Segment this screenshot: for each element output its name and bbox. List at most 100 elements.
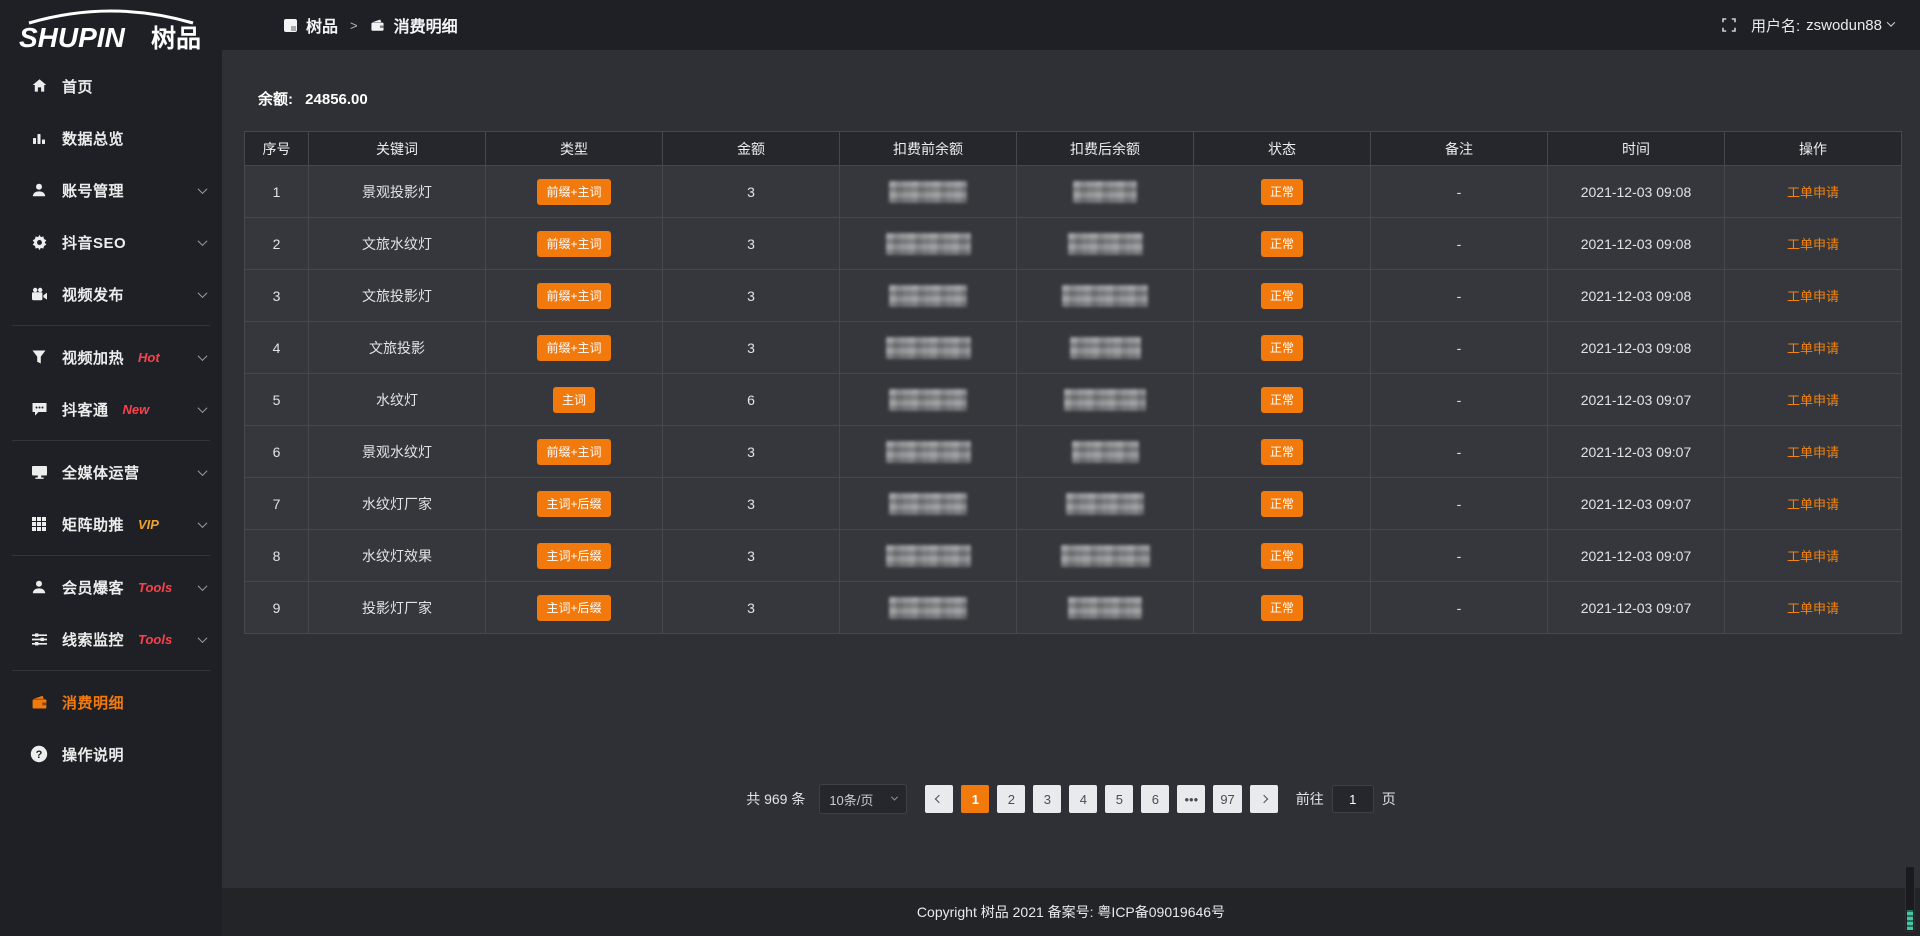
keyword-cell: 水纹灯 — [309, 374, 486, 426]
page-size-select[interactable]: 10条/页 — [819, 784, 907, 814]
redacted-balance-after — [1072, 441, 1139, 463]
row-index-cell: 5 — [245, 374, 309, 426]
work-order-request-link[interactable]: 工单申请 — [1787, 341, 1839, 356]
breadcrumb-root[interactable]: 树品 — [306, 13, 338, 37]
status-badge: 正常 — [1261, 335, 1303, 361]
breadcrumb: 树品 > 消费明细 — [284, 13, 458, 37]
work-order-request-link[interactable]: 工单申请 — [1787, 237, 1839, 252]
table-row: 6景观水纹灯前缀+主词3正常-2021-12-03 09:07工单申请 — [245, 426, 1902, 478]
user-menu[interactable]: 用户名: zswodun88 — [1751, 15, 1894, 36]
sidebar-item-home[interactable]: 首页 — [0, 60, 222, 112]
username-value: zswodun88 — [1806, 17, 1882, 34]
balance-before-cell — [840, 426, 1017, 478]
prev-page-button[interactable] — [925, 785, 953, 813]
balance-before-cell — [840, 166, 1017, 218]
table-row: 5水纹灯主词6正常-2021-12-03 09:07工单申请 — [245, 374, 1902, 426]
consumption-table: 序号关键词类型金额扣费前余额扣费后余额状态备注时间操作 1景观投影灯前缀+主词3… — [244, 131, 1902, 634]
sidebar-item-label: 全媒体运营 — [62, 462, 140, 483]
column-header: 序号 — [245, 132, 309, 166]
user-icon — [30, 578, 48, 596]
status-badge: 正常 — [1261, 439, 1303, 465]
goto-page: 前往 页 — [1296, 785, 1396, 813]
scrollbar-thumb[interactable] — [1907, 910, 1913, 930]
action-cell: 工单申请 — [1725, 322, 1902, 374]
goto-label: 前往 — [1296, 789, 1324, 809]
work-order-request-link[interactable]: 工单申请 — [1787, 549, 1839, 564]
sidebar-nav: 首页数据总览账号管理抖音SEO视频发布视频加热Hot抖客通New 全媒体运营矩阵助… — [0, 56, 222, 780]
sidebar-item-video-publish[interactable]: 视频发布 — [0, 268, 222, 320]
sidebar-divider — [12, 555, 210, 556]
type-cell: 主词+后缀 — [486, 582, 663, 634]
work-order-request-link[interactable]: 工单申请 — [1787, 289, 1839, 304]
amount-cell: 6 — [663, 374, 840, 426]
balance-value: 24856.00 — [305, 91, 368, 108]
sidebar-item-all-media-operation[interactable]: 全媒体运营 — [0, 446, 222, 498]
scrollbar[interactable] — [1905, 866, 1915, 932]
footer: Copyright 树品 2021 备案号: 粤ICP备09019646号 — [222, 888, 1920, 936]
balance-after-cell — [1017, 374, 1194, 426]
sidebar-item-operation-guide[interactable]: ?操作说明 — [0, 728, 222, 780]
goto-page-input[interactable] — [1332, 785, 1374, 813]
page-button-4[interactable]: 4 — [1069, 785, 1097, 813]
page-button-5[interactable]: 5 — [1105, 785, 1133, 813]
status-cell: 正常 — [1194, 270, 1371, 322]
action-cell: 工单申请 — [1725, 478, 1902, 530]
keyword-cell: 景观水纹灯 — [309, 426, 486, 478]
sidebar: SHUPIN 树品 首页数据总览账号管理抖音SEO视频发布视频加热Hot抖客通N… — [0, 0, 222, 936]
sidebar-item-consumption-details[interactable]: 消费明细 — [0, 676, 222, 728]
balance-after-cell — [1017, 166, 1194, 218]
sidebar-item-douyin-seo[interactable]: 抖音SEO — [0, 216, 222, 268]
work-order-request-link[interactable]: 工单申请 — [1787, 393, 1839, 408]
home-icon — [30, 77, 48, 95]
fullscreen-icon[interactable] — [1721, 17, 1737, 33]
sidebar-item-label: 数据总览 — [62, 128, 124, 149]
sidebar-item-clue-monitoring[interactable]: 线索监控Tools — [0, 613, 222, 665]
table-row: 7水纹灯厂家主词+后缀3正常-2021-12-03 09:07工单申请 — [245, 478, 1902, 530]
work-order-request-link[interactable]: 工单申请 — [1787, 445, 1839, 460]
sidebar-item-label: 账号管理 — [62, 180, 124, 201]
status-badge: 正常 — [1261, 283, 1303, 309]
page-button-97[interactable]: 97 — [1213, 785, 1241, 813]
amount-cell: 3 — [663, 270, 840, 322]
table-row: 2文旅水纹灯前缀+主词3正常-2021-12-03 09:08工单申请 — [245, 218, 1902, 270]
chevron-down-icon — [1887, 18, 1895, 26]
keyword-cell: 景观投影灯 — [309, 166, 486, 218]
page-button-3[interactable]: 3 — [1033, 785, 1061, 813]
sidebar-item-badge: Tools — [138, 632, 172, 647]
work-order-request-link[interactable]: 工单申请 — [1787, 601, 1839, 616]
balance-before-cell — [840, 270, 1017, 322]
logo[interactable]: SHUPIN 树品 — [0, 0, 222, 56]
sidebar-divider — [12, 440, 210, 441]
sidebar-item-data-overview[interactable]: 数据总览 — [0, 112, 222, 164]
logo-text-cn: 树品 — [151, 25, 201, 53]
sidebar-item-matrix-boost[interactable]: 矩阵助推VIP — [0, 498, 222, 550]
logo-arc-icon: SHUPIN 树品 — [13, 7, 209, 55]
status-cell: 正常 — [1194, 582, 1371, 634]
next-page-button[interactable] — [1250, 785, 1278, 813]
amount-cell: 3 — [663, 530, 840, 582]
amount-cell: 3 — [663, 426, 840, 478]
time-cell: 2021-12-03 09:07 — [1548, 582, 1725, 634]
user-icon — [30, 181, 48, 199]
work-order-request-link[interactable]: 工单申请 — [1787, 185, 1839, 200]
work-order-request-link[interactable]: 工单申请 — [1787, 497, 1839, 512]
sidebar-item-account-management[interactable]: 账号管理 — [0, 164, 222, 216]
page-button-1[interactable]: 1 — [961, 785, 989, 813]
chevron-left-icon — [935, 795, 943, 803]
page-button-2[interactable]: 2 — [997, 785, 1025, 813]
page-button-6[interactable]: 6 — [1141, 785, 1169, 813]
type-cell: 前缀+主词 — [486, 426, 663, 478]
action-cell: 工单申请 — [1725, 218, 1902, 270]
more-pages-button[interactable]: ••• — [1177, 785, 1205, 813]
row-index-cell: 6 — [245, 426, 309, 478]
chevron-down-icon — [198, 633, 208, 643]
sidebar-item-video-heating[interactable]: 视频加热Hot — [0, 331, 222, 383]
balance-after-cell — [1017, 478, 1194, 530]
sidebar-item-badge: New — [123, 402, 150, 417]
sidebar-item-member-baoke[interactable]: 会员爆客Tools — [0, 561, 222, 613]
sidebar-item-douketong[interactable]: 抖客通New — [0, 383, 222, 435]
table-row: 3文旅投影灯前缀+主词3正常-2021-12-03 09:08工单申请 — [245, 270, 1902, 322]
redacted-balance-after — [1068, 597, 1142, 619]
status-badge: 正常 — [1261, 491, 1303, 517]
chevron-down-icon — [198, 351, 208, 361]
